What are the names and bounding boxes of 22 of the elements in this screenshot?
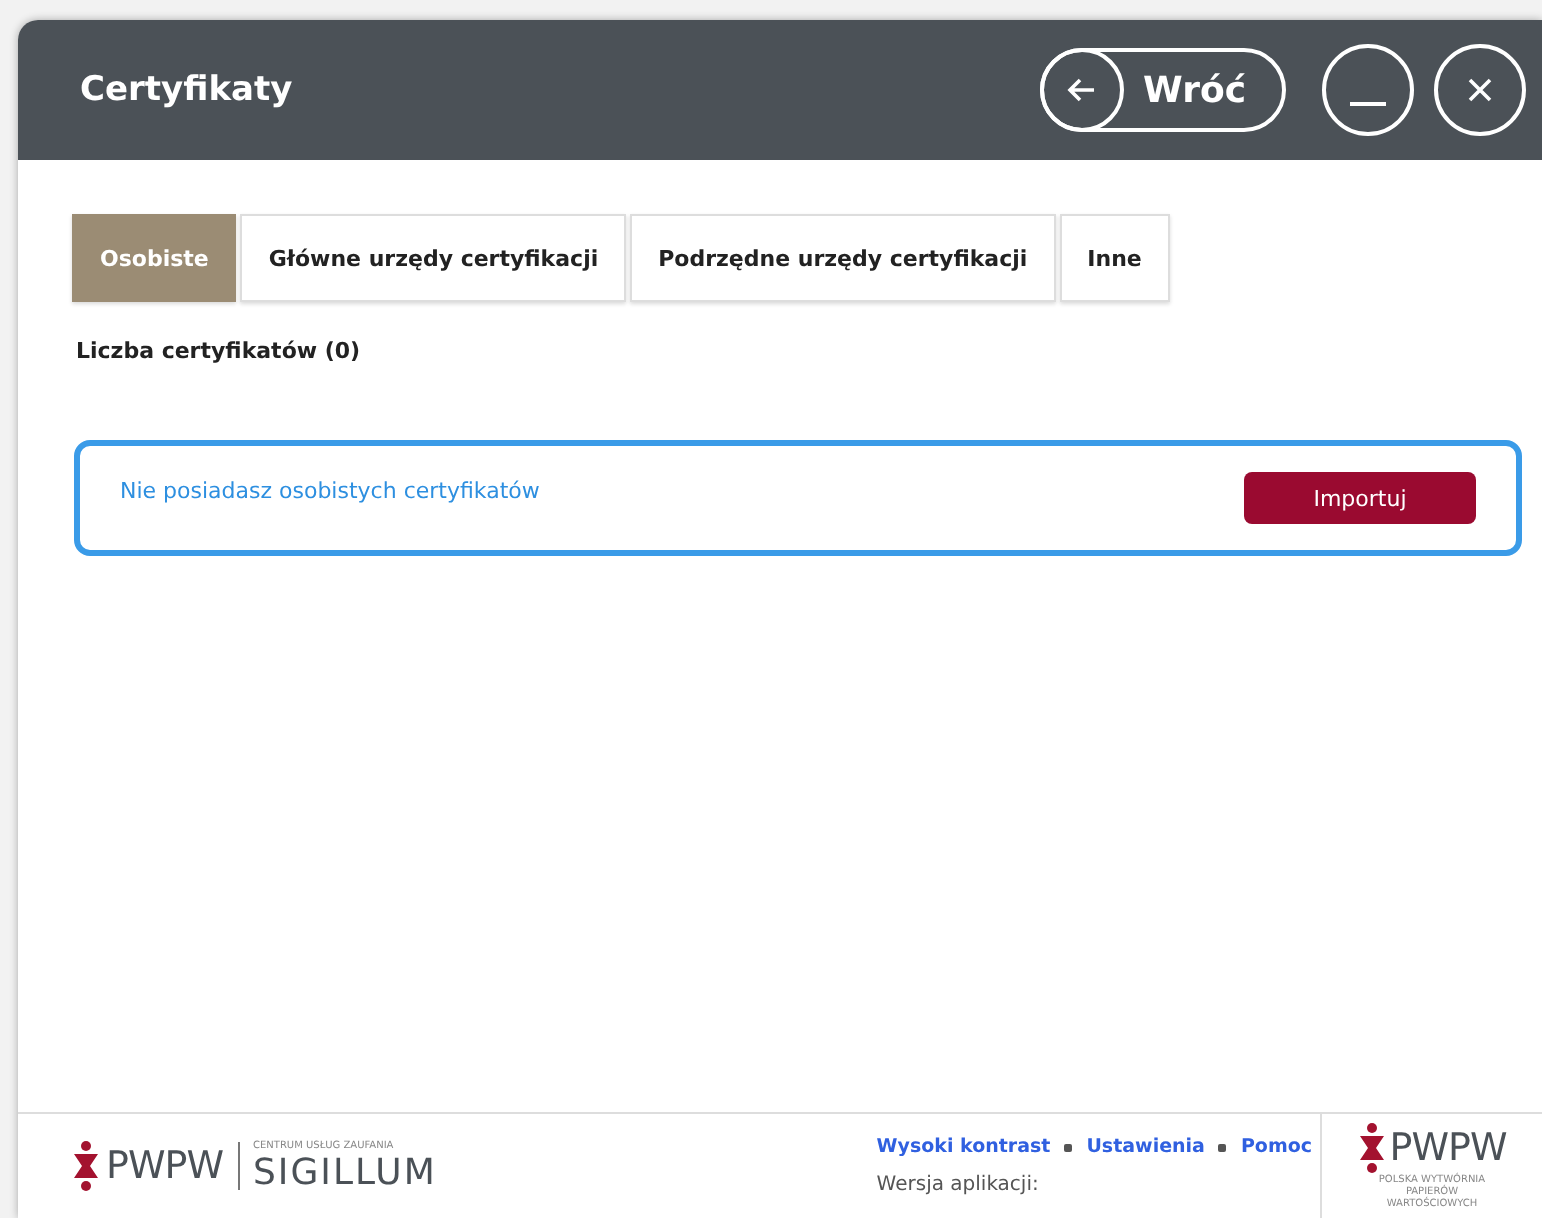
product-logo-text: SIGILLUM — [253, 1151, 437, 1193]
logo-text: PWPW — [106, 1144, 223, 1188]
import-button[interactable]: Importuj — [1244, 472, 1476, 524]
close-button[interactable] — [1434, 44, 1526, 136]
tab[interactable]: Inne — [1059, 214, 1170, 302]
footer-link[interactable]: Pomoc — [1240, 1136, 1312, 1158]
arrow-left-icon — [1065, 74, 1098, 106]
logo-mark-icon — [1357, 1122, 1386, 1174]
back-button[interactable]: Wróć — [1039, 48, 1286, 132]
footer-link[interactable]: Ustawienia — [1086, 1136, 1205, 1158]
close-icon — [1466, 76, 1494, 104]
logo-mark-icon — [72, 1140, 100, 1192]
logo-text: PWPW — [1389, 1126, 1507, 1170]
certificate-count: Liczba certyfikatów (0) — [76, 338, 363, 364]
app-version: Wersja aplikacji: — [876, 1174, 1039, 1196]
minimize-icon — [1350, 102, 1386, 106]
window-title: Certyfikaty — [80, 70, 295, 110]
minimize-button[interactable] — [1322, 44, 1414, 136]
tab[interactable]: Podrzędne urzędy certyfikacji — [630, 214, 1056, 302]
tab[interactable]: Główne urzędy certyfikacji — [240, 214, 627, 302]
footer-link[interactable]: Wysoki kontrast — [876, 1136, 1051, 1158]
empty-message: Nie posiadasz osobistych certyfikatów — [120, 477, 540, 503]
